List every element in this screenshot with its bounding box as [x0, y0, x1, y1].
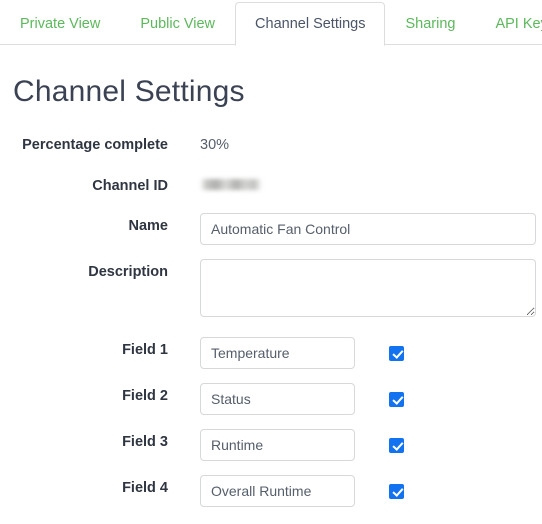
tab-private-view[interactable]: Private View — [0, 16, 120, 46]
field-1-enabled-checkbox[interactable] — [389, 345, 404, 361]
percentage-complete-value: 30% — [200, 137, 230, 153]
channel-settings-form: Percentage complete 30% Channel ID Name … — [0, 132, 542, 507]
field-2-enabled-checkbox[interactable] — [389, 391, 404, 407]
percentage-complete-control: 30% — [168, 132, 229, 153]
field-3-enabled-checkbox[interactable] — [389, 437, 404, 453]
name-label: Name — [128, 218, 169, 234]
field-4-control — [168, 475, 404, 507]
row-field-1: Field 1 — [0, 337, 542, 369]
field-1-label: Field 1 — [122, 342, 168, 358]
field-1-control — [168, 337, 404, 369]
description-control — [168, 259, 536, 317]
field-4-label: Field 4 — [122, 480, 168, 496]
channel-id-control — [168, 173, 262, 190]
field-3-input[interactable] — [200, 429, 355, 461]
row-name: Name — [0, 213, 542, 245]
row-field-3: Field 3 — [0, 429, 542, 461]
field-3-control — [168, 429, 404, 461]
description-textarea[interactable] — [200, 259, 536, 317]
tab-sharing[interactable]: Sharing — [385, 16, 475, 46]
field-1-input[interactable] — [200, 337, 355, 369]
description-label: Description — [88, 264, 168, 280]
tab-api-keys[interactable]: API Keys — [475, 16, 542, 46]
field-4-enabled-checkbox[interactable] — [389, 483, 404, 499]
field-2-control — [168, 383, 404, 415]
field-4-input[interactable] — [200, 475, 355, 507]
name-control — [168, 213, 536, 245]
percentage-complete-label: Percentage complete — [22, 137, 168, 153]
row-description: Description — [0, 259, 542, 317]
tab-channel-settings[interactable]: Channel Settings — [235, 1, 386, 46]
row-field-2: Field 2 — [0, 383, 542, 415]
channel-fields-list: Field 1 Field 2 Field 3 Field 4 — [0, 337, 542, 507]
field-2-input[interactable] — [200, 383, 355, 415]
row-field-4: Field 4 — [0, 475, 542, 507]
channel-id-label: Channel ID — [92, 178, 168, 194]
tab-bar: Private View Public View Channel Settings S… — [0, 0, 542, 46]
tab-list: Private View Public View Channel Settings S… — [0, 0, 542, 46]
field-2-label: Field 2 — [122, 388, 168, 404]
field-3-label: Field 3 — [122, 434, 168, 450]
channel-id-value-redacted — [200, 179, 262, 190]
row-percentage-complete: Percentage complete 30% — [0, 132, 542, 153]
row-channel-id: Channel ID — [0, 173, 542, 194]
name-input[interactable] — [200, 213, 536, 245]
tab-public-view[interactable]: Public View — [120, 16, 235, 46]
page-title: Channel Settings — [13, 75, 245, 108]
